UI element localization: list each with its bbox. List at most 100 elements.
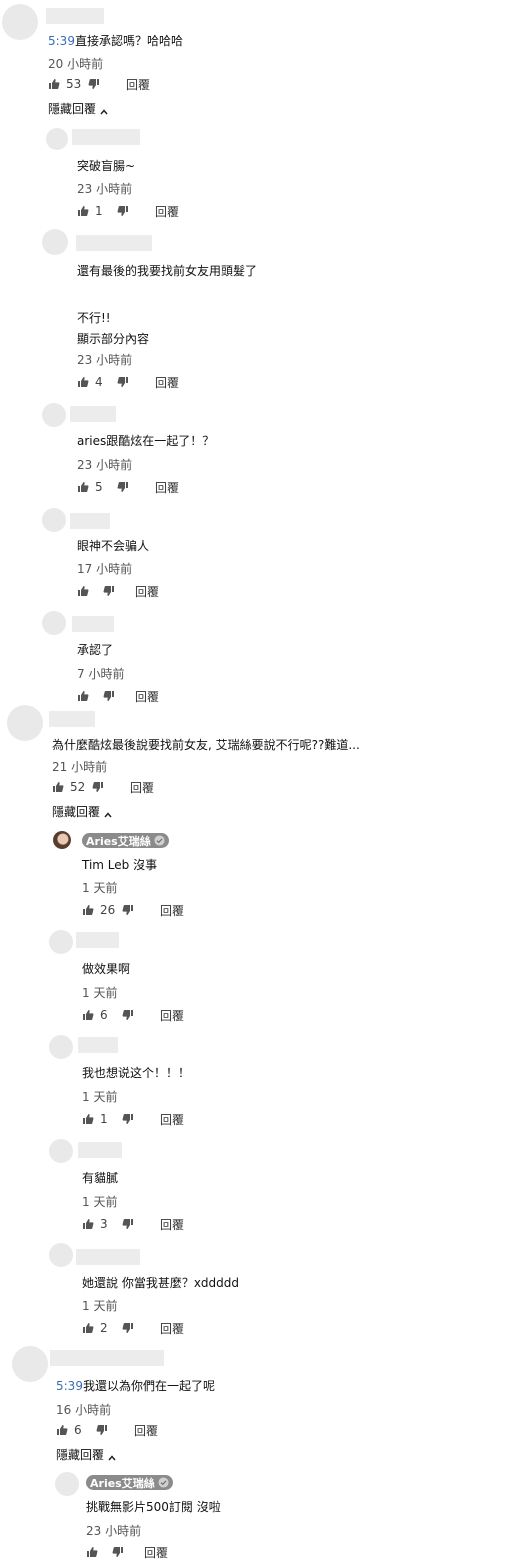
hide-replies-button[interactable]: 隱藏回覆: [52, 803, 112, 820]
hide-replies-button[interactable]: 隱藏回覆: [48, 100, 108, 117]
reply-button[interactable]: 回覆: [134, 1422, 158, 1439]
thumbs-down-icon[interactable]: [122, 1009, 134, 1021]
reply-time: 1 天前: [82, 1299, 118, 1313]
thumbs-down-icon[interactable]: [112, 1546, 124, 1558]
avatar[interactable]: [12, 1346, 48, 1382]
thumbs-down-icon[interactable]: [122, 1218, 134, 1230]
avatar[interactable]: [42, 508, 66, 532]
comment-text: 5:39我還以為你們在一起了呢: [56, 1379, 215, 1393]
reply-actions: 1 回覆: [82, 1110, 184, 1128]
reply-time: 1 天前: [82, 1195, 118, 1209]
timestamp-link[interactable]: 5:39: [56, 1379, 83, 1393]
author-name[interactable]: [72, 129, 140, 145]
reply-button[interactable]: 回覆: [160, 1320, 184, 1337]
author-name[interactable]: [76, 1249, 140, 1265]
creator-avatar[interactable]: [55, 1472, 79, 1496]
thumbs-up-icon[interactable]: [48, 78, 60, 90]
thumbs-up-icon[interactable]: [77, 376, 89, 388]
creator-badge[interactable]: Aries艾瑞絲: [86, 1475, 173, 1490]
thumbs-up-icon[interactable]: [82, 1218, 94, 1230]
reply-button[interactable]: 回覆: [160, 1111, 184, 1128]
thumbs-down-icon[interactable]: [103, 690, 115, 702]
hide-replies-button[interactable]: 隱藏回覆: [56, 1446, 116, 1463]
thumbs-up-icon[interactable]: [77, 585, 89, 597]
reply-actions: 回覆: [77, 687, 159, 705]
comment-actions: 6 回覆: [56, 1421, 158, 1439]
avatar[interactable]: [49, 1035, 73, 1059]
avatar[interactable]: [49, 1243, 73, 1267]
reply-button[interactable]: 回覆: [160, 1007, 184, 1024]
reply-button[interactable]: 回覆: [155, 374, 179, 391]
thumbs-up-icon[interactable]: [52, 781, 64, 793]
reply-time: 1 天前: [82, 986, 118, 1000]
thumbs-down-icon[interactable]: [88, 78, 100, 90]
comment-time: 20 小時前: [48, 57, 104, 71]
author-name[interactable]: [70, 406, 116, 422]
comment-actions: 53 回覆: [48, 75, 150, 93]
reply-time: 23 小時前: [86, 1524, 142, 1538]
reply-actions: 5 回覆: [77, 478, 179, 496]
thumbs-up-icon[interactable]: [77, 205, 89, 217]
author-name[interactable]: [46, 8, 104, 24]
reply-button[interactable]: 回覆: [144, 1544, 168, 1561]
author-name[interactable]: [70, 513, 110, 529]
thumbs-up-icon[interactable]: [82, 1322, 94, 1334]
reply-button[interactable]: 回覆: [135, 583, 159, 600]
thumbs-down-icon[interactable]: [92, 781, 104, 793]
reply-button[interactable]: 回覆: [155, 203, 179, 220]
author-name[interactable]: [50, 1350, 164, 1366]
avatar[interactable]: [7, 705, 43, 741]
like-count: 1: [100, 1112, 108, 1126]
reply-time: 17 小時前: [77, 562, 133, 576]
thumbs-down-icon[interactable]: [122, 904, 134, 916]
reply-button[interactable]: 回覆: [135, 688, 159, 705]
avatar[interactable]: [2, 4, 38, 40]
avatar[interactable]: [42, 229, 68, 255]
thumbs-up-icon[interactable]: [86, 1546, 98, 1558]
avatar[interactable]: [46, 128, 68, 150]
chevron-up-icon: [108, 1451, 116, 1460]
comment-actions: 52 回覆: [52, 778, 154, 796]
avatar[interactable]: [49, 930, 73, 954]
reply-actions: 回覆: [86, 1543, 168, 1561]
thumbs-up-icon[interactable]: [82, 1113, 94, 1125]
show-more-link[interactable]: 顯示部分內容: [77, 330, 149, 347]
thumbs-up-icon[interactable]: [77, 481, 89, 493]
avatar[interactable]: [42, 611, 66, 635]
thumbs-up-icon[interactable]: [77, 690, 89, 702]
reply-button[interactable]: 回覆: [160, 902, 184, 919]
avatar[interactable]: [42, 403, 66, 427]
creator-avatar[interactable]: [53, 831, 71, 849]
thumbs-down-icon[interactable]: [96, 1424, 108, 1436]
thumbs-down-icon[interactable]: [117, 481, 129, 493]
thumbs-down-icon[interactable]: [122, 1322, 134, 1334]
thumbs-down-icon[interactable]: [117, 376, 129, 388]
reply-button[interactable]: 回覆: [126, 76, 150, 93]
thumbs-up-icon[interactable]: [82, 904, 94, 916]
reply-actions: 2 回覆: [82, 1319, 184, 1337]
creator-badge[interactable]: Aries艾瑞絲: [82, 833, 169, 848]
reply-button[interactable]: 回覆: [130, 779, 154, 796]
thumbs-down-icon[interactable]: [117, 205, 129, 217]
author-name[interactable]: [78, 1037, 118, 1053]
reply-actions: 26 回覆: [82, 901, 184, 919]
like-count: 26: [100, 903, 116, 917]
thumbs-down-icon[interactable]: [122, 1113, 134, 1125]
author-name[interactable]: [76, 235, 152, 251]
author-name[interactable]: [76, 932, 119, 948]
thumbs-down-icon[interactable]: [103, 585, 115, 597]
reply-button[interactable]: 回覆: [160, 1216, 184, 1233]
thumbs-up-icon[interactable]: [82, 1009, 94, 1021]
author-name[interactable]: [72, 616, 114, 632]
timestamp-link[interactable]: 5:39: [48, 34, 75, 48]
reply-time: 23 小時前: [77, 182, 133, 196]
like-count: 52: [70, 780, 86, 794]
reply-actions: 回覆: [77, 582, 159, 600]
author-name[interactable]: [78, 1142, 122, 1158]
check-circle-icon: [154, 835, 165, 846]
thumbs-up-icon[interactable]: [56, 1424, 68, 1436]
like-count: 53: [66, 77, 82, 91]
avatar[interactable]: [49, 1139, 73, 1163]
author-name[interactable]: [49, 711, 95, 727]
reply-button[interactable]: 回覆: [155, 479, 179, 496]
